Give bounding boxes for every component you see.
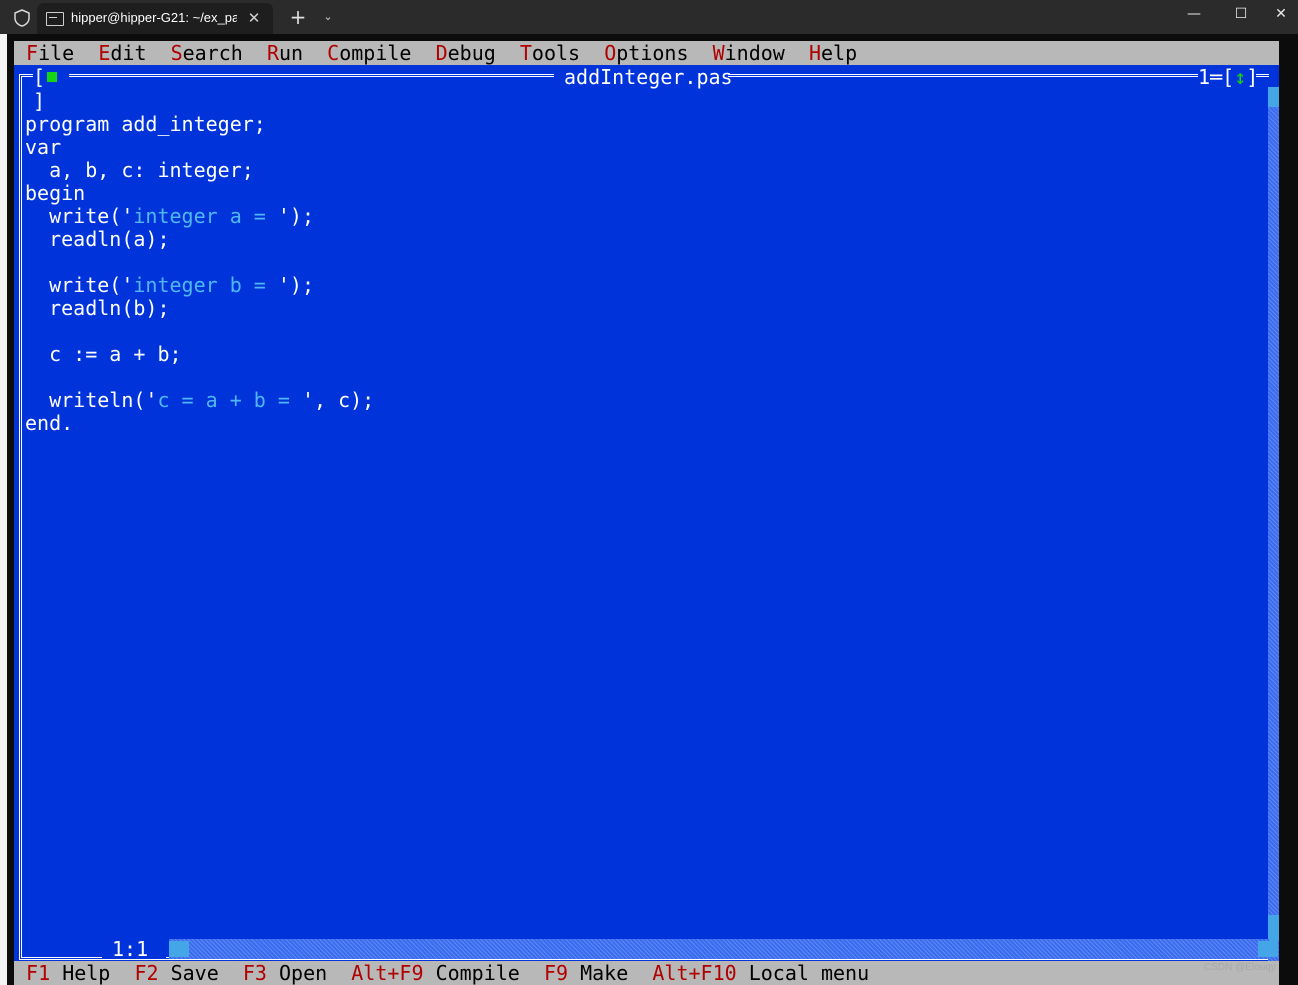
status-local-menu[interactable]: Alt+F10 Local menu xyxy=(652,961,869,985)
maximize-button[interactable]: ☐ xyxy=(1218,0,1264,30)
scroll-down-arrow-icon[interactable] xyxy=(1268,915,1279,941)
menu-edit[interactable]: Edit xyxy=(98,41,146,65)
close-window-button[interactable]: ✕ xyxy=(1264,0,1298,30)
status-help[interactable]: F1 Help xyxy=(26,961,110,985)
menu-tools[interactable]: Tools xyxy=(520,41,580,65)
zoom-arrow-icon[interactable]: ↕ xyxy=(1234,65,1246,89)
status-open[interactable]: F3 Open xyxy=(243,961,327,985)
status-save[interactable]: F2 Save xyxy=(134,961,218,985)
code-line: var xyxy=(25,135,62,159)
menu-options[interactable]: Options xyxy=(604,41,688,65)
vertical-scrollbar[interactable] xyxy=(1268,87,1279,961)
tab-title: hipper@hipper-G21: ~/ex_pascal xyxy=(71,10,237,25)
code-line: write('integer a = '); xyxy=(25,204,315,228)
editor-window[interactable]: [ ] addInteger.pas 1═[↕] program add_int… xyxy=(14,65,1279,961)
terminal-tab[interactable]: hipper@hipper-G21: ~/ex_pascal ✕ xyxy=(37,3,273,34)
menu-file[interactable]: File xyxy=(26,41,74,65)
close-box-bracket: [ ] xyxy=(33,65,46,113)
window-number: 1 xyxy=(1198,65,1211,89)
menu-window[interactable]: Window xyxy=(713,41,785,65)
minimize-button[interactable]: — xyxy=(1171,0,1217,30)
code-line: end. xyxy=(25,411,74,435)
menu-run[interactable]: Run xyxy=(267,41,303,65)
code-line: program add_integer; xyxy=(25,112,266,136)
code-line: readln(a); xyxy=(25,227,170,251)
new-tab-button[interactable]: + xyxy=(286,4,310,30)
fp-ide: File Edit Search Run Compile Debug Tools… xyxy=(14,41,1279,985)
status-compile[interactable]: Alt+F9 Compile xyxy=(351,961,520,985)
scroll-left-arrow-icon[interactable] xyxy=(169,941,189,957)
horizontal-scrollbar[interactable] xyxy=(169,939,1269,959)
tab-close-icon[interactable]: ✕ xyxy=(243,7,265,29)
close-square-icon xyxy=(47,72,57,82)
shield-icon xyxy=(14,9,30,27)
window-number-area: 1═[↕] xyxy=(1198,65,1259,89)
background-window-strip xyxy=(0,34,7,985)
menu-debug[interactable]: Debug xyxy=(436,41,496,65)
editor-filename: addInteger.pas xyxy=(564,65,733,89)
cursor-position: 1:1 xyxy=(112,937,149,961)
status-make[interactable]: F9 Make xyxy=(544,961,628,985)
menu-bar: File Edit Search Run Compile Debug Tools… xyxy=(14,41,1279,65)
code-editor[interactable]: program add_integer; var a, b, c: intege… xyxy=(25,113,374,435)
terminal-icon xyxy=(46,12,64,26)
code-line: writeln('c = a + b = ', c); xyxy=(25,388,375,412)
tab-dropdown-icon[interactable]: ⌄ xyxy=(318,6,338,28)
code-line: readln(b); xyxy=(25,296,170,320)
close-window-box[interactable]: [ ] xyxy=(33,65,69,113)
menu-compile[interactable]: Compile xyxy=(327,41,411,65)
watermark: CSDN @Elouqy xyxy=(1204,962,1276,973)
status-bar: F1 Help F2 Save F3 Open Alt+F9 Compile F… xyxy=(14,961,1279,985)
code-line: c := a + b; xyxy=(25,342,182,366)
scroll-up-arrow-icon[interactable] xyxy=(1268,87,1279,107)
code-line: begin xyxy=(25,181,86,205)
terminal-titlebar: hipper@hipper-G21: ~/ex_pascal ✕ + ⌄ — ☐… xyxy=(0,0,1298,34)
menu-search[interactable]: Search xyxy=(171,41,243,65)
resize-corner-icon[interactable] xyxy=(1258,941,1278,957)
code-line: write('integer b = '); xyxy=(25,273,315,297)
menu-help[interactable]: Help xyxy=(809,41,857,65)
code-line: a, b, c: integer; xyxy=(25,158,254,182)
